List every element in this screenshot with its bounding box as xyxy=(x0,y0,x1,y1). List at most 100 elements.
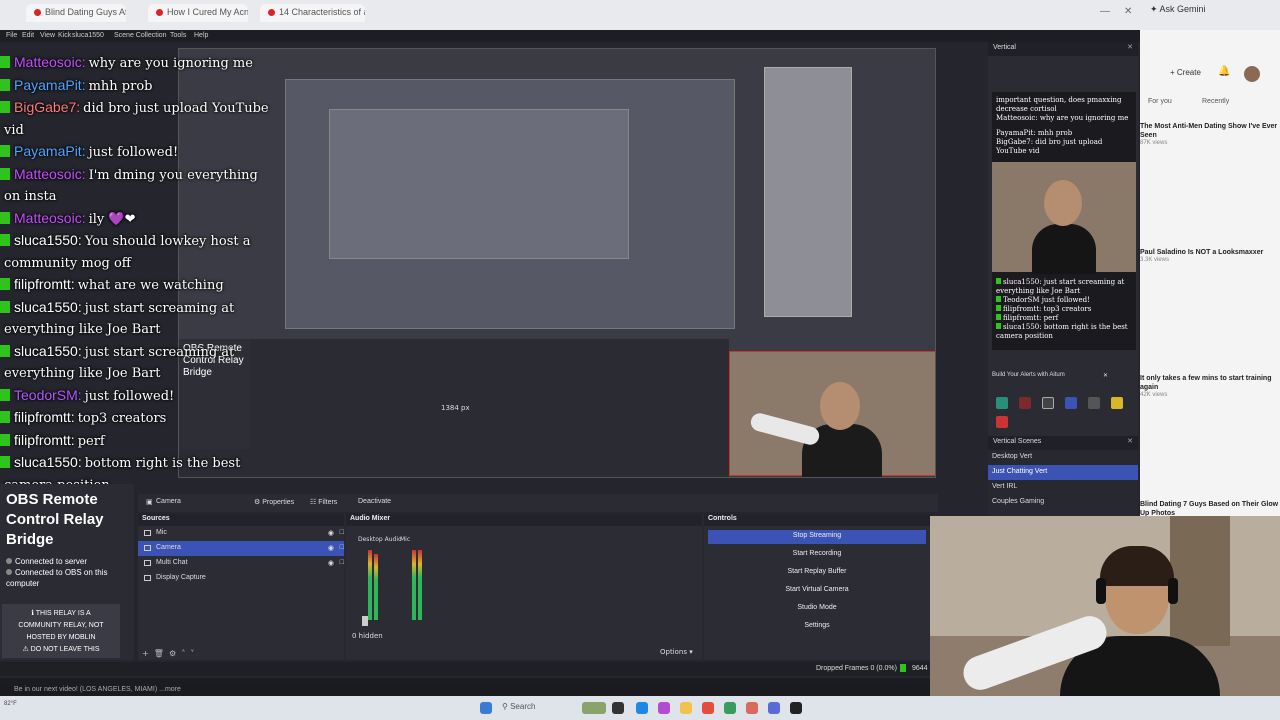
stream-icon[interactable] xyxy=(996,397,1008,409)
chat-overlay: Matteosoic: why are you ignoring me Payama… xyxy=(0,52,290,515)
start-virtual-camera-button[interactable]: Start Virtual Camera xyxy=(708,584,926,598)
studio-mode-button[interactable]: Studio Mode xyxy=(708,602,926,616)
browser-tab[interactable]: Blind Dating Guys After Lookm... xyxy=(26,4,126,22)
app-icon[interactable] xyxy=(746,702,758,714)
menu-view[interactable]: View xyxy=(40,32,55,39)
menu-tools[interactable]: Tools xyxy=(170,32,186,39)
camera-icon[interactable] xyxy=(1088,397,1101,409)
filters-button[interactable]: ☷ Filters xyxy=(306,497,341,507)
add-icon[interactable]: + xyxy=(142,649,149,658)
deactivate-button[interactable]: Deactivate xyxy=(354,497,395,506)
main-preview[interactable]: OBS Remote Control Relay Bridge 1384 px xyxy=(178,48,936,478)
kick-icon xyxy=(0,411,10,423)
source-item-active[interactable]: Camera ◉ □ xyxy=(138,541,344,556)
stop-streaming-button[interactable]: Stop Streaming xyxy=(708,530,926,544)
chevron-down-icon[interactable]: ˅ xyxy=(190,649,194,658)
bell-icon[interactable]: 🔔 xyxy=(1218,66,1230,77)
discord-icon[interactable] xyxy=(768,702,780,714)
obs-icon[interactable] xyxy=(790,702,802,714)
aitum-alerts-bar[interactable]: Build Your Alerts with Aitum ✕ xyxy=(992,372,1136,384)
chip-recently[interactable]: Recently xyxy=(1202,98,1229,105)
lock-icon[interactable]: □ xyxy=(340,559,344,566)
close-icon[interactable]: ✕ xyxy=(1103,372,1108,379)
browser-tab[interactable]: How I Cured My Acne Naturally xyxy=(148,4,248,22)
eye-icon[interactable]: ◉ xyxy=(328,529,334,537)
options-button[interactable]: Options ▾ xyxy=(660,648,693,656)
close-icon[interactable]: ✕ xyxy=(1127,437,1133,445)
scene-item[interactable]: Desktop Vert xyxy=(988,450,1138,465)
headset-icon xyxy=(1168,578,1178,604)
edge-icon[interactable] xyxy=(636,702,648,714)
chrome-icon[interactable] xyxy=(702,702,714,714)
source-item[interactable]: Display Capture xyxy=(138,571,344,586)
scene-item[interactable]: Couples Gaming xyxy=(988,495,1138,510)
eye-icon[interactable]: ◉ xyxy=(328,544,334,552)
widget-icon[interactable] xyxy=(582,702,606,714)
video-item[interactable]: The Most Anti-Men Dating Show I've Ever … xyxy=(1140,122,1280,146)
menu-help[interactable]: Help xyxy=(194,32,208,39)
video-description[interactable]: Be in our next video! (LOS ANGELES, MIAM… xyxy=(0,686,930,696)
lock-icon[interactable]: □ xyxy=(340,529,344,536)
source-label: Mic xyxy=(156,529,167,536)
video-item[interactable]: It only takes a few mins to start traini… xyxy=(1140,374,1280,398)
search-label: Search xyxy=(510,702,536,711)
menu-scene-collection[interactable]: Scene Collection xyxy=(114,32,167,39)
chevron-up-icon[interactable]: ˄ xyxy=(181,649,185,658)
start-recording-button[interactable]: Start Recording xyxy=(708,548,926,562)
minimize-icon[interactable]: — xyxy=(1100,6,1110,17)
person-body xyxy=(1032,224,1096,274)
dock-title: Vertical Scenes ✕ xyxy=(988,436,1138,450)
trash-icon[interactable]: 🗑 xyxy=(154,649,164,658)
chat-message: community mog off xyxy=(4,255,132,271)
chat-line: Matteosoic: why are you ignoring me xyxy=(0,52,290,75)
close-icon[interactable]: ✕ xyxy=(1124,6,1132,17)
vertical-chat-text: sluca1550: just start screaming at every… xyxy=(996,278,1125,295)
gear-icon[interactable]: ⚙ xyxy=(169,649,176,658)
close-icon[interactable]: ✕ xyxy=(1127,43,1133,51)
chip-for-you[interactable]: For you xyxy=(1148,98,1172,105)
replay-icon[interactable] xyxy=(1065,397,1078,409)
source-item[interactable]: Multi Chat ◉ □ xyxy=(138,556,344,571)
app-icon[interactable] xyxy=(724,702,736,714)
menu-file[interactable]: File xyxy=(6,32,17,39)
settings-button[interactable]: Settings xyxy=(708,620,926,634)
chat-message: why are you ignoring me xyxy=(88,56,253,71)
stop-icon[interactable] xyxy=(1042,397,1055,409)
video-item[interactable]: Paul Saladino Is NOT a Looksmaxxer 3.3K v… xyxy=(1140,248,1280,263)
browser-tab[interactable]: 14 Characteristics of a Sigma M xyxy=(260,4,365,22)
gear-icon[interactable] xyxy=(1111,397,1124,409)
mixer-title: Audio Mixer xyxy=(346,514,702,526)
heart-icon[interactable] xyxy=(996,416,1008,428)
windows-start-icon[interactable] xyxy=(480,702,492,714)
preview-camera-source[interactable] xyxy=(729,351,935,477)
folder-icon[interactable] xyxy=(680,702,692,714)
start-replay-buffer-button[interactable]: Start Replay Buffer xyxy=(708,566,926,580)
scene-item-active[interactable]: Just Chatting Vert xyxy=(988,465,1138,480)
menu-user[interactable]: sluca1550 xyxy=(72,32,104,39)
weather-widget[interactable]: 82°F xyxy=(4,700,17,708)
scene-item[interactable]: Vert IRL xyxy=(988,480,1138,495)
tab-label: 14 Characteristics of a Sigma M xyxy=(279,7,365,17)
vertical-chat-text: TeodorSM just followed! xyxy=(1003,296,1090,304)
sources-title: Sources xyxy=(138,514,344,526)
source-label: Camera xyxy=(156,544,181,551)
app-icon[interactable] xyxy=(658,702,670,714)
record-icon[interactable] xyxy=(1019,397,1032,409)
avatar[interactable] xyxy=(1244,66,1260,82)
eye-icon[interactable]: ◉ xyxy=(328,559,334,567)
headset-icon xyxy=(1096,578,1106,604)
menu-kick[interactable]: Kick xyxy=(58,32,71,39)
vertical-chat-line: sluca1550: just start screaming at every… xyxy=(996,278,1134,296)
volume-slider[interactable] xyxy=(362,616,368,626)
taskbar-search[interactable]: ⚲ Search xyxy=(502,702,535,711)
create-button[interactable]: + Create xyxy=(1170,68,1201,77)
app-icon[interactable] xyxy=(612,702,624,714)
ask-gemini-button[interactable]: ✦ Ask Gemini xyxy=(1150,4,1206,15)
vertical-preview[interactable]: important question, does pmaxxing decrea… xyxy=(992,92,1136,350)
source-item[interactable]: Mic ◉ □ xyxy=(138,526,344,541)
properties-button[interactable]: ⚙ Properties xyxy=(250,497,298,507)
lock-icon[interactable]: □ xyxy=(340,544,344,551)
menu-edit[interactable]: Edit xyxy=(22,32,34,39)
chat-message: did bro just upload YouTube xyxy=(83,101,269,116)
chat-message: mhh prob xyxy=(88,78,153,94)
